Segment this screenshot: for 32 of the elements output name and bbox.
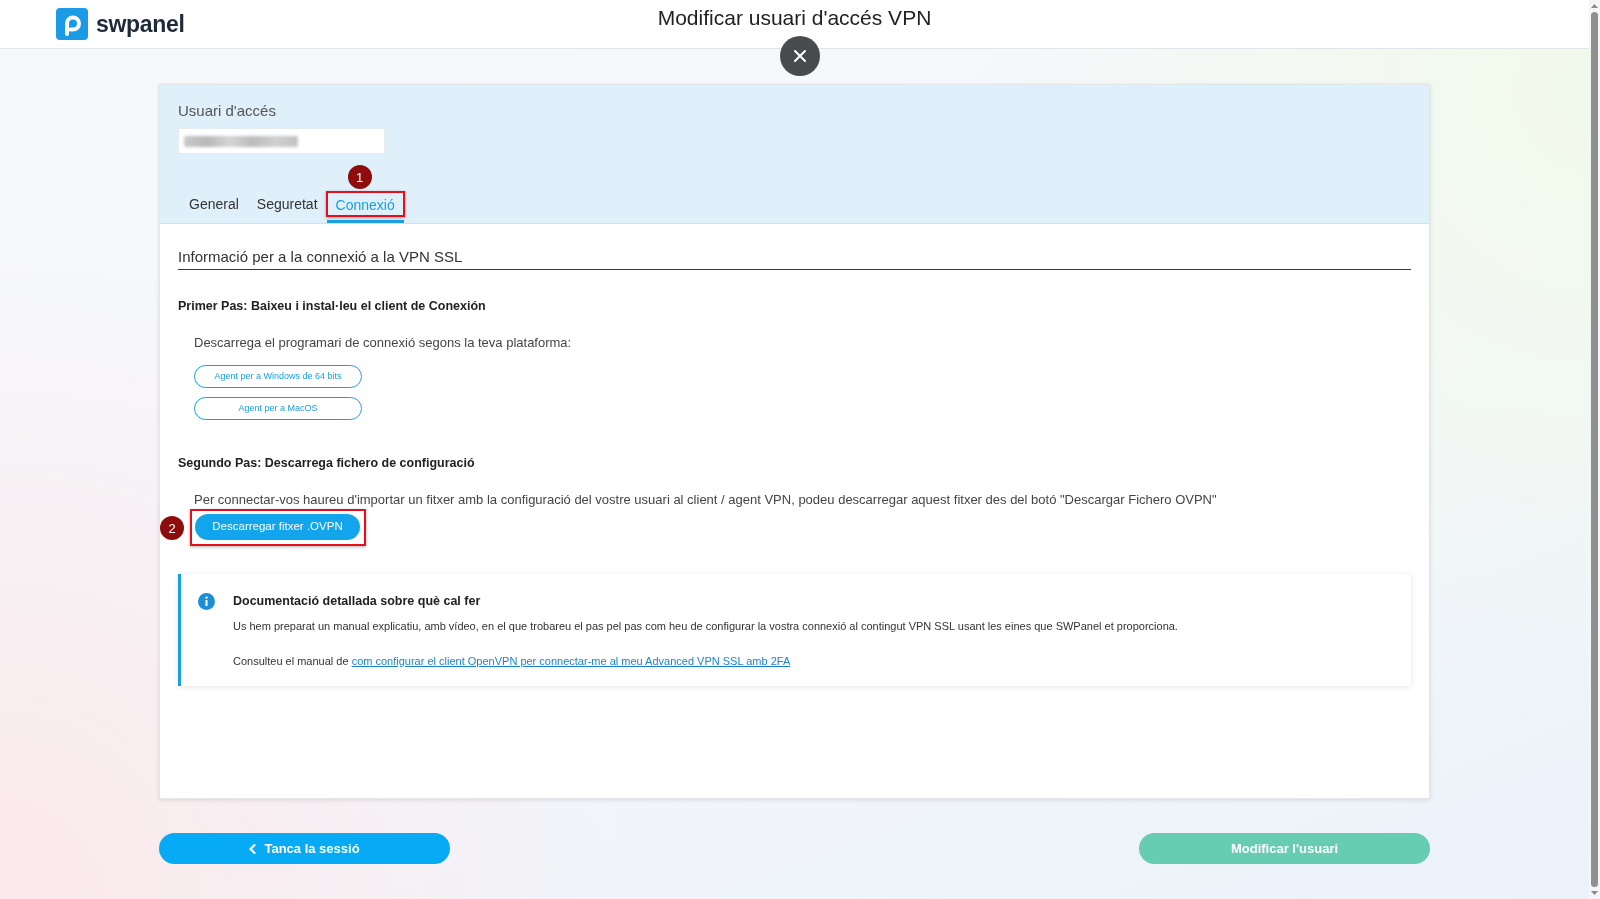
- step-description: Descarrega el programari de connexió segons la teva plataforma:: [194, 334, 572, 352]
- username-field[interactable]: [178, 128, 385, 154]
- scrollbar[interactable]: [1589, 0, 1600, 899]
- field-label: Usuari d'accés: [178, 101, 276, 121]
- close-icon: [794, 50, 806, 62]
- download-agent-button[interactable]: Agent per a Windows de 64 bits: [194, 365, 362, 388]
- manual-link[interactable]: com configurar el client OpenVPN per connectar-me al meu Advanced VPN SSL amb 2FA: [351, 655, 791, 667]
- close-session-button[interactable]: Tanca la sessió: [159, 833, 450, 864]
- download-agent-button[interactable]: Agent per a MacOS: [194, 397, 362, 420]
- logo-icon[interactable]: [56, 8, 88, 40]
- step-description: Per connectar-vos haureu d'importar un fitxer amb la configuració del vostre usuari al client / agent VPN, podeu descarregar aquest fitxer des del botó "Descargar Fichero OVPN": [194, 491, 1217, 509]
- manual-reference-text: Consulteu el manual de com configurar el client OpenVPN per connectar-me al meu Advanced VPN SSL amb 2FA: [233, 654, 791, 669]
- scrollbar-thumb[interactable]: [1591, 12, 1598, 887]
- step-title: Primer Pas: Baixeu i instal·leu el client de Conexión: [178, 298, 486, 315]
- tab[interactable]: Connexió: [327, 194, 403, 216]
- scroll-up-icon[interactable]: [1591, 4, 1598, 8]
- callout-marker: 1: [347, 165, 372, 189]
- scroll-down-icon[interactable]: [1591, 891, 1598, 895]
- tab[interactable]: Seguretat: [247, 192, 327, 216]
- close-button[interactable]: [780, 36, 820, 76]
- download-file-button[interactable]: Descarregar fitxer .OVPN: [195, 514, 360, 540]
- section-heading: Informació per a la connexió a la VPN SSL: [178, 247, 464, 267]
- page-title: Modificar usuari d'accés VPN: [657, 5, 932, 31]
- step-title: Segundo Pas: Descarrega fichero de configuració: [178, 455, 475, 472]
- logo-text[interactable]: swpanel: [96, 12, 185, 36]
- callout-marker: 2: [160, 516, 184, 540]
- chevron-left-icon: [249, 843, 257, 854]
- tab[interactable]: General: [180, 192, 248, 216]
- modify-user-button[interactable]: Modificar l'usuari: [1139, 833, 1430, 864]
- info-title: Documentació detallada sobre què cal fer: [233, 593, 481, 610]
- info-text: Us hem preparat un manual explicatiu, amb vídeo, en el que trobareu el pas pel pas com heu de configurar la vostra connexió al contingut VPN SSL usant les eines que SWPanel et proporciona.: [233, 619, 1178, 634]
- info-icon: [198, 593, 215, 610]
